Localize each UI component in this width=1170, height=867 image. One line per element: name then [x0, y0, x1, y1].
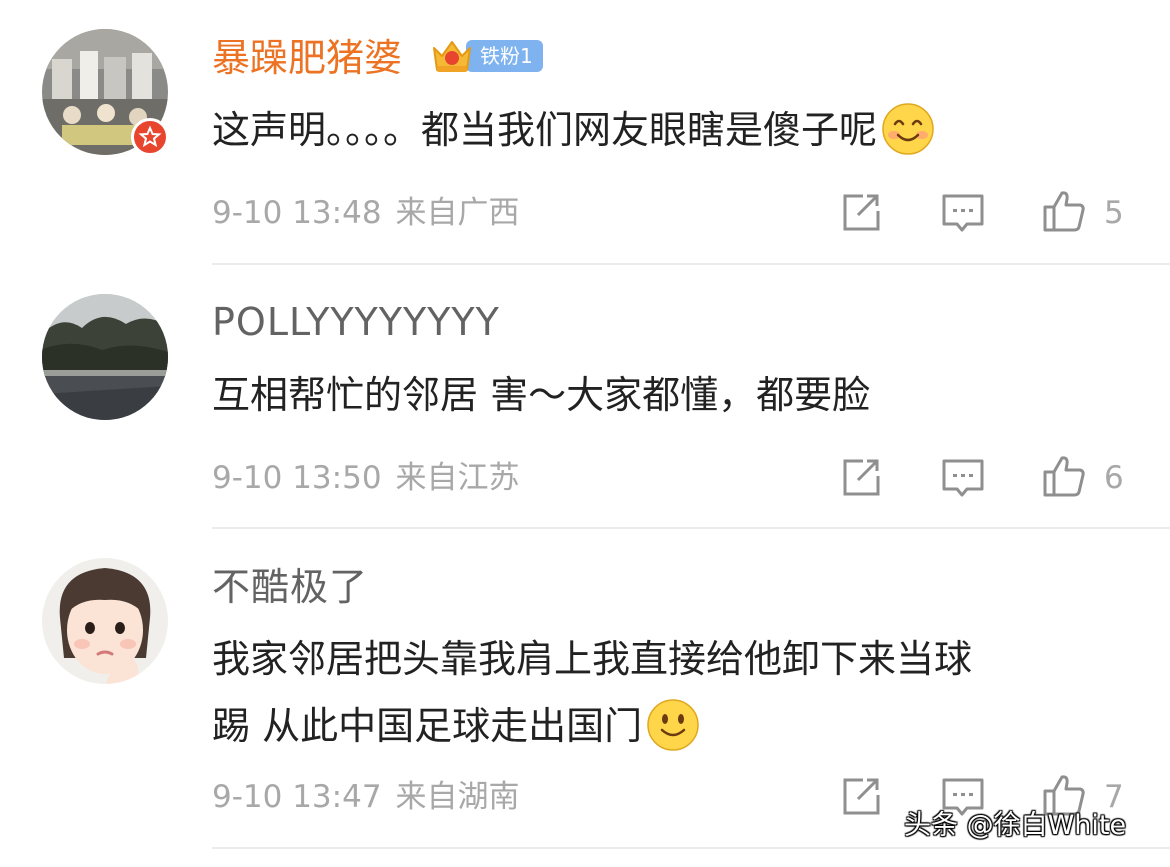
share-icon[interactable]: [839, 775, 883, 819]
comment-icon[interactable]: [941, 191, 985, 235]
smile-emoji-icon: [882, 102, 934, 155]
comment-meta: 9-10 13:48 来自广西: [212, 193, 520, 233]
avatar[interactable]: [42, 294, 168, 420]
location: 来自广西: [395, 195, 520, 231]
watermark: 头条 @徐白White: [904, 810, 1127, 841]
thumbs-up-icon[interactable]: [1042, 189, 1086, 233]
divider: [212, 847, 1170, 849]
divider: [212, 527, 1170, 529]
crown-icon: [430, 36, 474, 76]
comment-text: 这声明。。。。都当我们网友眼瞎是傻子呢: [212, 97, 935, 163]
timestamp: 9-10 13:48: [212, 195, 382, 231]
comment-icon[interactable]: [941, 456, 985, 500]
timestamp: 9-10 13:50: [212, 460, 382, 496]
smile-emoji-icon: [647, 698, 699, 751]
fan-level-label: 铁粉1: [466, 40, 543, 72]
avatar[interactable]: [42, 558, 168, 684]
verified-badge-icon: [131, 118, 169, 156]
comment-meta: 9-10 13:50 来自江苏: [212, 458, 520, 498]
username[interactable]: 不酷极了: [212, 564, 368, 610]
like-count: 6: [1104, 460, 1124, 496]
username[interactable]: 暴躁肥猪婆: [212, 35, 402, 81]
location: 来自江苏: [395, 460, 520, 496]
thumbs-up-icon[interactable]: [1042, 454, 1086, 498]
divider: [212, 263, 1170, 265]
fan-badge: 铁粉1: [430, 36, 543, 76]
comment-text: 互相帮忙的邻居 害～大家都懂，都要脸: [212, 373, 871, 417]
comment-meta: 9-10 13:47 来自湖南: [212, 777, 520, 817]
like-count: 5: [1104, 195, 1124, 231]
comment-text-line-1: 我家邻居把头靠我肩上我直接给他卸下来当球: [212, 637, 973, 681]
comment-item: 暴躁肥猪婆 铁粉1 这声明。。。。都当我们网友眼瞎是傻子呢 9-10 13:48…: [0, 0, 1170, 265]
timestamp: 9-10 13:47: [212, 779, 382, 815]
share-icon[interactable]: [839, 456, 883, 500]
location: 来自湖南: [395, 779, 520, 815]
username[interactable]: POLLYYYYYYYY: [212, 299, 500, 345]
share-icon[interactable]: [839, 191, 883, 235]
comment-text-line-2: 踢 从此中国足球走出国门: [212, 693, 700, 759]
